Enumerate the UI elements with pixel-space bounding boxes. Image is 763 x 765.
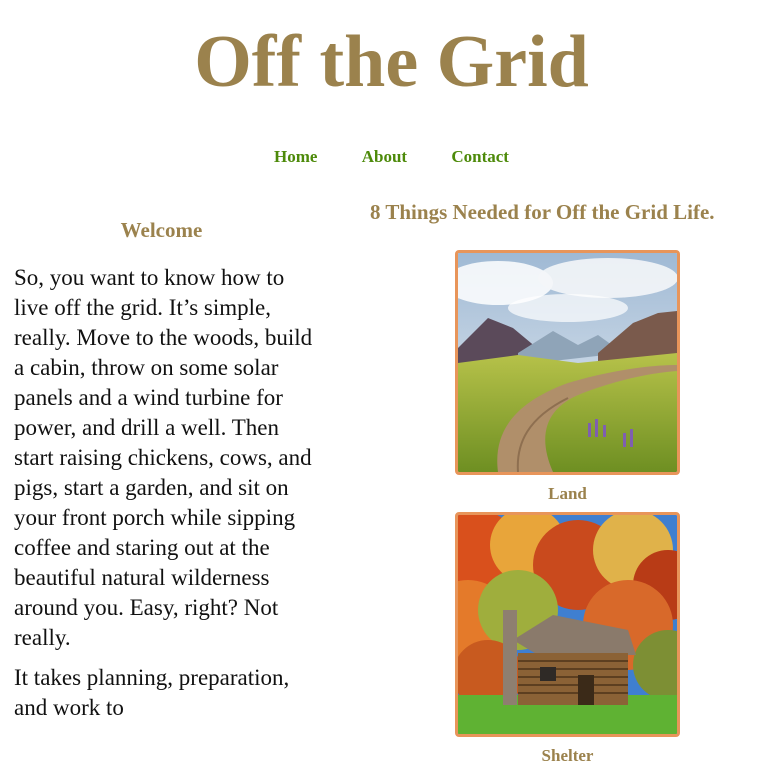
welcome-paragraph-1: So, you want to know how to live off the… <box>14 265 313 650</box>
welcome-paragraph-2: It takes planning, preparation, and work… <box>14 665 290 720</box>
nav-about-link[interactable]: About <box>362 147 407 166</box>
nav-home-link[interactable]: Home <box>274 147 317 166</box>
welcome-text: So, you want to know how to live off the… <box>14 263 314 733</box>
land-caption: Land <box>548 484 587 503</box>
shelter-caption: Shelter <box>541 746 594 765</box>
welcome-heading: Welcome <box>120 218 203 242</box>
shelter-image[interactable] <box>455 512 680 737</box>
site-title: Off the Grid <box>194 21 589 103</box>
nav-contact-link[interactable]: Contact <box>451 147 509 166</box>
things-heading: 8 Things Needed for Off the Grid Life. <box>370 200 715 224</box>
main-nav: Home About Contact <box>0 145 763 169</box>
card-shelter: Shelter <box>455 512 680 765</box>
land-image[interactable] <box>455 250 680 475</box>
card-land: Land <box>455 250 680 504</box>
